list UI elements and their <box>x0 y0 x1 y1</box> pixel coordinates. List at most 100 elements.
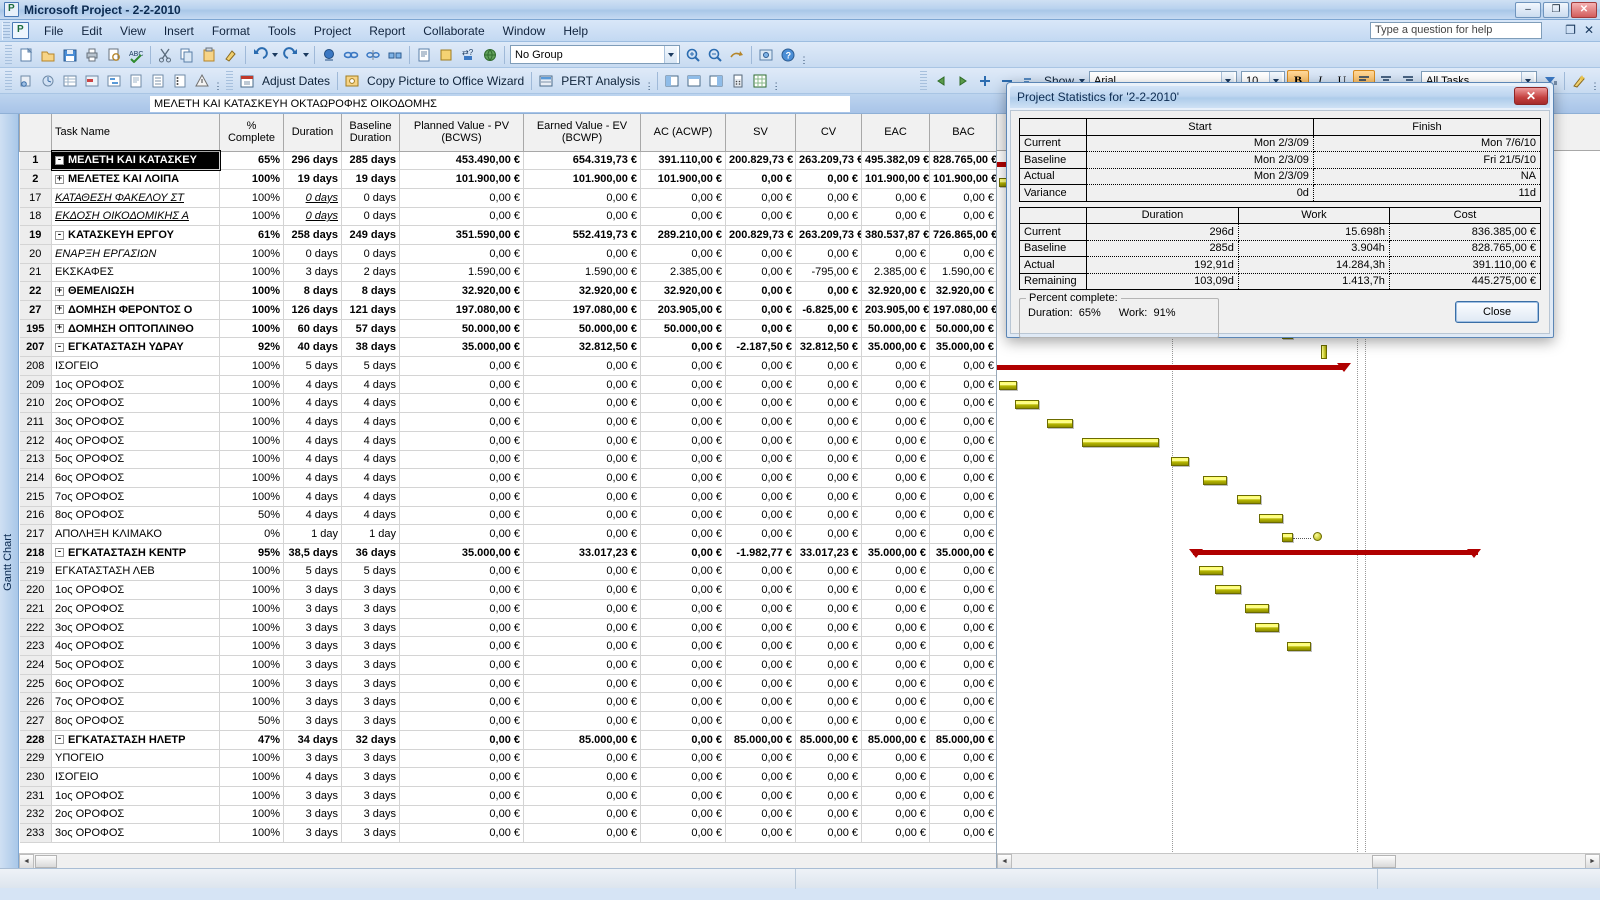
cell-pct[interactable]: 100% <box>219 580 284 600</box>
task-name-cell[interactable]: - ΚΑΤΑΣΚΕΥΗ ΕΡΓΟΥ <box>51 225 220 245</box>
row-id-cell[interactable]: 226 <box>19 692 52 713</box>
row-id-cell[interactable]: 223 <box>19 636 52 657</box>
table-row[interactable]: 219 ΕΓΚΑΤΑΣΤΑΣΗ ΛΕΒ 100% 5 days 5 days 0,00 €… <box>19 562 996 582</box>
tracking-baseline-icon[interactable] <box>81 70 103 92</box>
table-row[interactable]: 218- ΕΓΚΑΤΑΣΤΑΣΗ ΚΕΝΤΡ 95% 38,5 days 36 days… <box>19 543 996 563</box>
cell-dur[interactable]: 3 days <box>283 263 342 283</box>
cell-bdur[interactable]: 5 days <box>341 356 400 376</box>
table-row[interactable]: 21 ΕΚΣΚΑΦΕΣ 100% 3 days 2 days 1.590,00 €1.59… <box>19 263 996 283</box>
cell-cv[interactable]: 0,00 € <box>795 524 862 544</box>
row-id-cell[interactable]: 18 <box>19 207 52 227</box>
row-id-cell[interactable]: 225 <box>19 674 52 694</box>
cell-dur[interactable]: 3 days <box>283 823 342 843</box>
cell-eac[interactable]: 0,00 € <box>861 244 930 264</box>
cell-ev[interactable]: 0,00 € <box>523 823 641 843</box>
cell-eac[interactable]: 380.537,87 € <box>861 225 930 245</box>
row-id-cell[interactable]: 233 <box>19 823 52 843</box>
row-id-cell[interactable]: 216 <box>19 506 52 526</box>
zoom-in-icon[interactable] <box>682 44 704 66</box>
cell-pv[interactable]: 1.590,00 € <box>399 263 524 283</box>
cell-ev[interactable]: 0,00 € <box>523 805 641 825</box>
cell-cv[interactable]: 85.000,00 € <box>795 730 862 750</box>
table-row[interactable]: 215 7ος ΟΡΟΦΟΣ 100% 4 days 4 days 0,00 €0,00 … <box>19 487 996 507</box>
cell-pct[interactable]: 92% <box>219 337 284 358</box>
col-header-earned-value[interactable]: Earned Value - EV (BCWP) <box>523 114 641 152</box>
gantt-task-bar[interactable] <box>1171 457 1189 466</box>
task-name-cell[interactable]: ΕΓΚΑΤΑΣΤΑΣΗ ΛΕΒ <box>51 562 220 582</box>
view-left-icon[interactable] <box>661 70 683 92</box>
cell-bac[interactable]: 197.080,00 € <box>929 300 996 320</box>
menu-item-window[interactable]: Window <box>494 22 555 40</box>
grid-scroll-thumb[interactable] <box>35 854 57 868</box>
cell-eac[interactable]: 0,00 € <box>861 711 930 731</box>
cell-cv[interactable]: 0,00 € <box>795 805 862 825</box>
cell-bdur[interactable]: 3 days <box>341 711 400 731</box>
cell-ev[interactable]: 0,00 € <box>523 356 641 376</box>
cell-dur[interactable]: 4 days <box>283 375 342 395</box>
spelling-icon[interactable]: ABC <box>125 44 147 66</box>
cell-ev[interactable]: 50.000,00 € <box>523 319 641 339</box>
cell-bac[interactable]: 35.000,00 € <box>929 337 996 358</box>
unlink-tasks-icon[interactable] <box>362 44 384 66</box>
table-row[interactable]: 208 ΙΣΟΓΕΙΟ 100% 5 days 5 days 0,00 €0,00 €0,… <box>19 356 996 376</box>
cell-cv[interactable]: 0,00 € <box>795 412 862 432</box>
cell-sv[interactable]: 0,00 € <box>725 506 796 526</box>
task-name-cell[interactable]: + ΜΕΛΕΤΕΣ ΚΑΙ ΛΟΙΠΑ <box>51 169 220 189</box>
zoom-out-icon[interactable] <box>704 44 726 66</box>
cell-pct[interactable]: 95% <box>219 543 284 563</box>
cell-ev[interactable]: 0,00 € <box>523 244 641 264</box>
row-id-cell[interactable]: 229 <box>19 749 52 769</box>
cell-ev[interactable]: 0,00 € <box>523 524 641 544</box>
cell-ev[interactable]: 0,00 € <box>523 412 641 432</box>
table-row[interactable]: 27 + ΔΟΜΗΣΗ ΦΕΡΟΝΤΟΣ Ο 100% 126 days 121 days… <box>19 300 996 320</box>
cell-eac[interactable]: 0,00 € <box>861 805 930 825</box>
dialog-close-icon[interactable]: ✕ <box>1514 87 1548 105</box>
redo-icon[interactable] <box>280 44 302 66</box>
table-row[interactable]: 217 ΑΠΟΛΗΞΗ ΚΛΙΜΑΚΟ 0% 1 day 1 day 0,00 €0,00… <box>19 524 996 544</box>
cell-bdur[interactable]: 4 days <box>341 431 400 451</box>
cell-pct[interactable]: 100% <box>219 692 284 713</box>
cell-bdur[interactable]: 3 days <box>341 786 400 806</box>
cell-eac[interactable]: 0,00 € <box>861 356 930 376</box>
cell-ev[interactable]: 0,00 € <box>523 692 641 713</box>
cell-dur[interactable]: 258 days <box>283 225 342 245</box>
cell-pct[interactable]: 100% <box>219 244 284 264</box>
cell-ac[interactable]: 0,00 € <box>640 730 726 750</box>
cell-ac[interactable]: 0,00 € <box>640 356 726 376</box>
cell-sv[interactable]: 0,00 € <box>725 300 796 320</box>
gantt-task-bar[interactable] <box>1047 419 1073 428</box>
col-header-pct-complete[interactable]: % Complete <box>219 114 284 152</box>
cell-bac[interactable]: 85.000,00 € <box>929 730 996 750</box>
row-id-cell[interactable]: 231 <box>19 786 52 806</box>
table-row[interactable]: 216 8ος ΟΡΟΦΟΣ 50% 4 days 4 days 0,00 €0,00 €… <box>19 506 996 526</box>
cell-eac[interactable]: 0,00 € <box>861 786 930 806</box>
cell-pct[interactable]: 100% <box>219 356 284 376</box>
cell-pv[interactable]: 0,00 € <box>399 749 524 769</box>
cell-dur[interactable]: 34 days <box>283 730 342 750</box>
cell-pv[interactable]: 0,00 € <box>399 375 524 395</box>
cell-bac[interactable]: 0,00 € <box>929 393 996 414</box>
cell-eac[interactable]: 0,00 € <box>861 431 930 451</box>
cell-pct[interactable]: 100% <box>219 207 284 227</box>
cell-ac[interactable]: 0,00 € <box>640 749 726 769</box>
cell-bdur[interactable]: 285 days <box>341 151 400 171</box>
cell-ev[interactable]: 0,00 € <box>523 562 641 582</box>
row-id-cell[interactable]: 209 <box>19 375 52 395</box>
tracking-report-icon[interactable] <box>147 70 169 92</box>
cell-ac[interactable]: 0,00 € <box>640 207 726 227</box>
cell-ev[interactable]: 0,00 € <box>523 506 641 526</box>
cell-bdur[interactable]: 0 days <box>341 244 400 264</box>
task-name-cell[interactable]: 6ος ΟΡΟΦΟΣ <box>51 468 220 488</box>
cell-pv[interactable]: 0,00 € <box>399 786 524 806</box>
cell-pv[interactable]: 0,00 € <box>399 393 524 414</box>
cell-pv[interactable]: 0,00 € <box>399 730 524 750</box>
cell-ac[interactable]: 50.000,00 € <box>640 319 726 339</box>
task-name-cell[interactable]: 5ος ΟΡΟΦΟΣ <box>51 450 220 470</box>
expand-toggle-icon[interactable]: + <box>55 305 64 315</box>
cell-pv[interactable]: 101.900,00 € <box>399 169 524 189</box>
cell-ac[interactable]: 0,00 € <box>640 412 726 432</box>
table-row[interactable]: 211 3ος ΟΡΟΦΟΣ 100% 4 days 4 days 0,00 €0,00 … <box>19 412 996 432</box>
cell-sv[interactable]: 0,00 € <box>725 356 796 376</box>
cut-icon[interactable] <box>154 44 176 66</box>
cell-eac[interactable]: 85.000,00 € <box>861 730 930 750</box>
